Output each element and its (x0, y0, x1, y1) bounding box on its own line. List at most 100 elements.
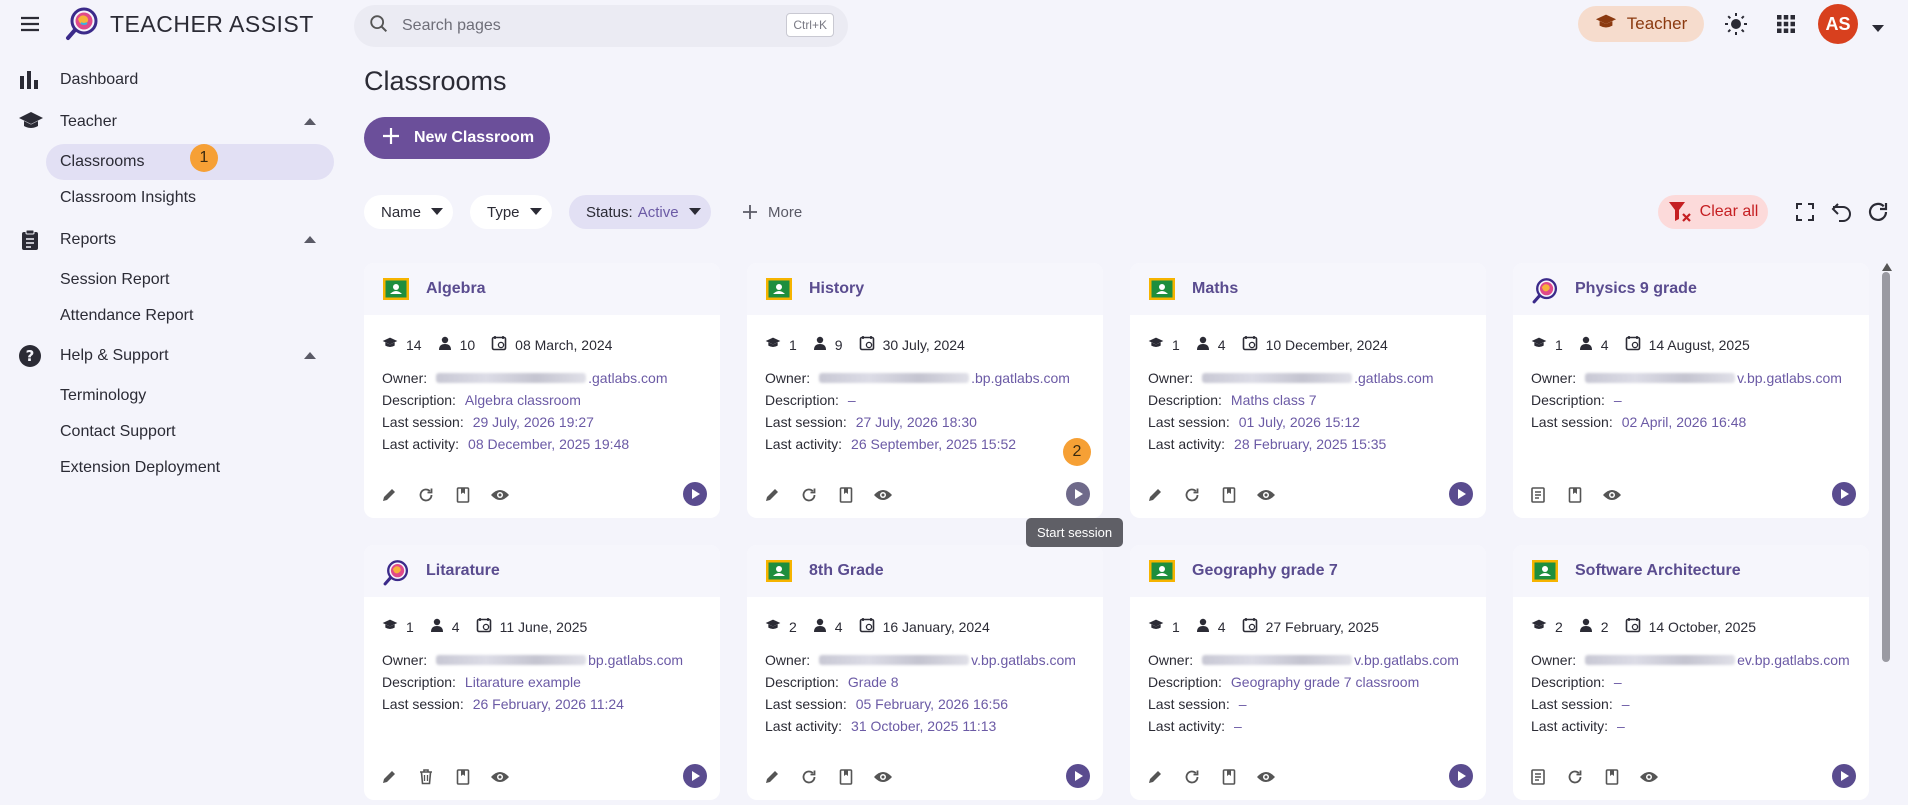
clear-all-filters-button[interactable]: Clear all (1658, 195, 1768, 229)
fullscreen-icon[interactable] (1793, 200, 1817, 224)
start-session-button[interactable] (1449, 764, 1473, 788)
owner-value: .gatlabs.com (1354, 370, 1434, 386)
scrollbar-thumb[interactable] (1882, 272, 1890, 662)
bookmark-icon[interactable] (1218, 484, 1240, 506)
edit-icon[interactable] (1144, 484, 1166, 506)
document-icon[interactable] (1527, 484, 1549, 506)
card-header[interactable]: Maths (1130, 263, 1486, 315)
start-session-button[interactable] (1066, 764, 1090, 788)
filter-status[interactable]: Status: Active (569, 195, 711, 229)
sidebar-item-extension-deployment[interactable]: Extension Deployment (46, 450, 334, 486)
search-input[interactable] (402, 17, 762, 35)
app-logo-icon[interactable] (64, 6, 100, 42)
created-date-value: 10 December, 2024 (1265, 336, 1388, 353)
bookmark-icon[interactable] (835, 484, 857, 506)
undo-icon[interactable] (1830, 200, 1854, 224)
card-title[interactable]: Litarature (426, 562, 500, 580)
user-avatar[interactable]: AS (1818, 4, 1858, 44)
bookmark-icon[interactable] (835, 766, 857, 788)
more-filters-button[interactable]: More (742, 195, 802, 229)
start-session-button[interactable] (683, 482, 707, 506)
sidebar-item-terminology[interactable]: Terminology (46, 378, 334, 414)
card-title[interactable]: Algebra (426, 280, 486, 298)
classroom-card[interactable]: Litarature 1 4 11 June, 2025 Owner: bp.ga… (364, 545, 720, 800)
eye-icon[interactable] (872, 766, 894, 788)
edit-icon[interactable] (378, 766, 400, 788)
classroom-card[interactable]: Software Architecture 2 2 14 October, 20… (1513, 545, 1869, 800)
card-header[interactable]: Litarature (364, 545, 720, 597)
sidebar-item-contact-support[interactable]: Contact Support (46, 414, 334, 450)
card-title[interactable]: Software Architecture (1575, 562, 1741, 580)
bookmark-icon[interactable] (452, 766, 474, 788)
edit-icon[interactable] (761, 484, 783, 506)
classroom-card[interactable]: Geography grade 7 1 4 27 February, 2025 … (1130, 545, 1486, 800)
eye-icon[interactable] (489, 484, 511, 506)
start-session-button[interactable] (1832, 482, 1856, 506)
eye-icon[interactable] (1638, 766, 1660, 788)
card-title[interactable]: Geography grade 7 (1192, 562, 1338, 580)
refresh-icon[interactable] (1564, 766, 1586, 788)
card-header[interactable]: Geography grade 7 (1130, 545, 1486, 597)
new-classroom-button[interactable]: New Classroom (364, 117, 550, 159)
refresh-icon[interactable] (798, 766, 820, 788)
refresh-icon[interactable] (798, 484, 820, 506)
description-label: Description: (382, 674, 456, 690)
card-title[interactable]: 8th Grade (809, 562, 884, 580)
start-session-button[interactable] (1066, 482, 1090, 506)
sidebar-item-session-report[interactable]: Session Report (46, 262, 334, 298)
classroom-card[interactable]: 8th Grade 2 4 16 January, 2024 Owner: v.b… (747, 545, 1103, 800)
sidebar-group-help[interactable]: ? Help & Support (0, 338, 340, 374)
search-bar[interactable]: Ctrl+K (354, 5, 848, 47)
calendar-clock-icon (1625, 335, 1649, 354)
sidebar-item-dashboard[interactable]: Dashboard (0, 62, 340, 98)
sidebar-group-reports[interactable]: Reports (0, 222, 340, 258)
classroom-card[interactable]: Maths 1 4 10 December, 2024 Owner: .gatla… (1130, 263, 1486, 518)
document-icon[interactable] (1527, 766, 1549, 788)
sidebar-item-attendance-report[interactable]: Attendance Report (46, 298, 334, 334)
sidebar-group-teacher[interactable]: Teacher (0, 104, 340, 140)
menu-icon[interactable] (18, 12, 42, 36)
classroom-card[interactable]: Physics 9 grade 1 4 14 August, 2025 Owne… (1513, 263, 1869, 518)
start-session-button[interactable] (1449, 482, 1473, 506)
theme-toggle-icon[interactable] (1724, 12, 1748, 36)
description-row: Description: – (1531, 389, 1842, 411)
refresh-icon[interactable] (1181, 484, 1203, 506)
card-header[interactable]: History (747, 263, 1103, 315)
card-title[interactable]: Maths (1192, 280, 1238, 298)
bookmark-icon[interactable] (1218, 766, 1240, 788)
card-header[interactable]: 8th Grade (747, 545, 1103, 597)
eye-icon[interactable] (1255, 766, 1277, 788)
classroom-card[interactable]: History 1 9 30 July, 2024 Owner: .bp.gatl… (747, 263, 1103, 518)
edit-icon[interactable] (378, 484, 400, 506)
last-activity-label: Last activity: (1531, 718, 1609, 734)
chevron-down-icon[interactable] (1872, 20, 1884, 38)
card-header[interactable]: Software Architecture (1513, 545, 1869, 597)
filter-name[interactable]: Name (364, 195, 454, 229)
edit-icon[interactable] (1144, 766, 1166, 788)
start-session-button[interactable] (683, 764, 707, 788)
eye-icon[interactable] (1601, 484, 1623, 506)
card-title[interactable]: Physics 9 grade (1575, 280, 1697, 298)
card-header[interactable]: Physics 9 grade (1513, 263, 1869, 315)
trash-icon[interactable] (415, 766, 437, 788)
filter-type[interactable]: Type (470, 195, 552, 229)
redacted-owner (1585, 373, 1736, 383)
apps-grid-icon[interactable] (1774, 12, 1798, 36)
refresh-icon[interactable] (1866, 200, 1890, 224)
eye-icon[interactable] (489, 766, 511, 788)
eye-icon[interactable] (1255, 484, 1277, 506)
bookmark-icon[interactable] (1564, 484, 1586, 506)
bookmark-icon[interactable] (1601, 766, 1623, 788)
role-switch-button[interactable]: Teacher (1578, 6, 1704, 42)
refresh-icon[interactable] (1181, 766, 1203, 788)
refresh-icon[interactable] (415, 484, 437, 506)
bookmark-icon[interactable] (452, 484, 474, 506)
classroom-card[interactable]: Algebra 14 10 08 March, 2024 Owner: .gatl… (364, 263, 720, 518)
sidebar-item-classroom-insights[interactable]: Classroom Insights (46, 180, 334, 216)
card-header[interactable]: Algebra (364, 263, 720, 315)
edit-icon[interactable] (761, 766, 783, 788)
eye-icon[interactable] (872, 484, 894, 506)
start-session-button[interactable] (1832, 764, 1856, 788)
created-date-value: 08 March, 2024 (515, 336, 613, 353)
card-title[interactable]: History (809, 280, 864, 298)
